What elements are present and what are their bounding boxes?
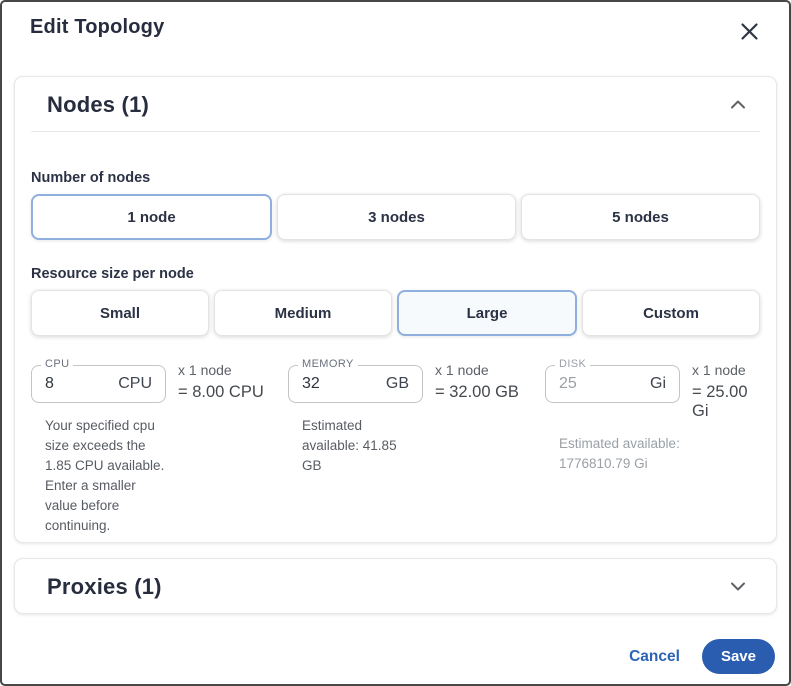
option-3-nodes[interactable]: 3 nodes <box>277 194 516 240</box>
chevron-down-icon[interactable] <box>730 578 746 596</box>
cpu-input-label: CPU <box>41 358 73 370</box>
cpu-unit-adornment: CPU <box>118 375 152 393</box>
memory-helper-text: Estimated available: 41.85 GB <box>302 416 412 476</box>
nodes-section-header[interactable]: Nodes (1) <box>15 77 776 131</box>
disk-helper-text: Estimated available: 1776810.79 Gi <box>559 434 721 474</box>
proxies-section: Proxies (1) <box>14 558 777 614</box>
number-of-nodes-label: Number of nodes <box>31 170 760 186</box>
disk-multiplier: x 1 node <box>692 362 760 378</box>
disk-unit-adornment: Gi <box>650 375 666 393</box>
proxies-section-header[interactable]: Proxies (1) <box>15 559 776 613</box>
cpu-input[interactable]: CPU 8 CPU <box>31 365 166 403</box>
disk-total: = 25.00 Gi <box>692 383 760 421</box>
disk-input: DISK 25 Gi <box>545 365 680 403</box>
memory-unit-adornment: GB <box>386 375 409 393</box>
option-medium[interactable]: Medium <box>214 290 392 336</box>
cpu-input-value[interactable]: 8 <box>45 375 118 393</box>
dialog-footer: Cancel Save <box>2 614 789 674</box>
cpu-multiplier: x 1 node <box>178 362 264 378</box>
chevron-up-icon[interactable] <box>730 96 746 114</box>
number-of-nodes-options: 1 node 3 nodes 5 nodes <box>31 194 760 240</box>
close-button[interactable] <box>736 18 763 45</box>
resource-memory-column: MEMORY 32 GB x 1 node = 32.00 GB Estimat… <box>288 357 545 536</box>
nodes-section-body: Number of nodes 1 node 3 nodes 5 nodes R… <box>15 132 776 542</box>
option-small[interactable]: Small <box>31 290 209 336</box>
disk-input-label: DISK <box>555 358 590 370</box>
option-custom[interactable]: Custom <box>582 290 760 336</box>
cancel-button[interactable]: Cancel <box>629 648 680 666</box>
nodes-section: Nodes (1) Number of nodes 1 node 3 nodes… <box>14 76 777 543</box>
memory-calculation: x 1 node = 32.00 GB <box>435 357 519 403</box>
cpu-calculation: x 1 node = 8.00 CPU <box>178 357 264 403</box>
cpu-helper-text: Your specified cpu size exceeds the 1.85… <box>45 416 169 536</box>
memory-input-label: MEMORY <box>298 358 358 370</box>
option-5-nodes[interactable]: 5 nodes <box>521 194 760 240</box>
disk-input-value: 25 <box>559 375 650 393</box>
dialog-title: Edit Topology <box>30 16 164 39</box>
nodes-section-title: Nodes (1) <box>47 92 149 118</box>
save-button[interactable]: Save <box>702 639 775 674</box>
option-large[interactable]: Large <box>397 290 577 336</box>
resources-row: CPU 8 CPU x 1 node = 8.00 CPU Your speci… <box>31 357 760 536</box>
proxies-section-title: Proxies (1) <box>47 574 162 600</box>
resource-size-options: Small Medium Large Custom <box>31 290 760 336</box>
memory-total: = 32.00 GB <box>435 383 519 402</box>
resource-cpu-column: CPU 8 CPU x 1 node = 8.00 CPU Your speci… <box>31 357 288 536</box>
disk-calculation: x 1 node = 25.00 Gi <box>692 357 760 421</box>
dialog-header: Edit Topology <box>2 2 789 45</box>
memory-multiplier: x 1 node <box>435 362 519 378</box>
memory-input-value[interactable]: 32 <box>302 375 386 393</box>
resource-size-label: Resource size per node <box>31 266 760 282</box>
memory-input[interactable]: MEMORY 32 GB <box>288 365 423 403</box>
close-icon <box>740 29 759 44</box>
cpu-total: = 8.00 CPU <box>178 383 264 402</box>
resource-disk-column: DISK 25 Gi x 1 node = 25.00 Gi Estimated… <box>545 357 760 536</box>
option-1-node[interactable]: 1 node <box>31 194 272 240</box>
